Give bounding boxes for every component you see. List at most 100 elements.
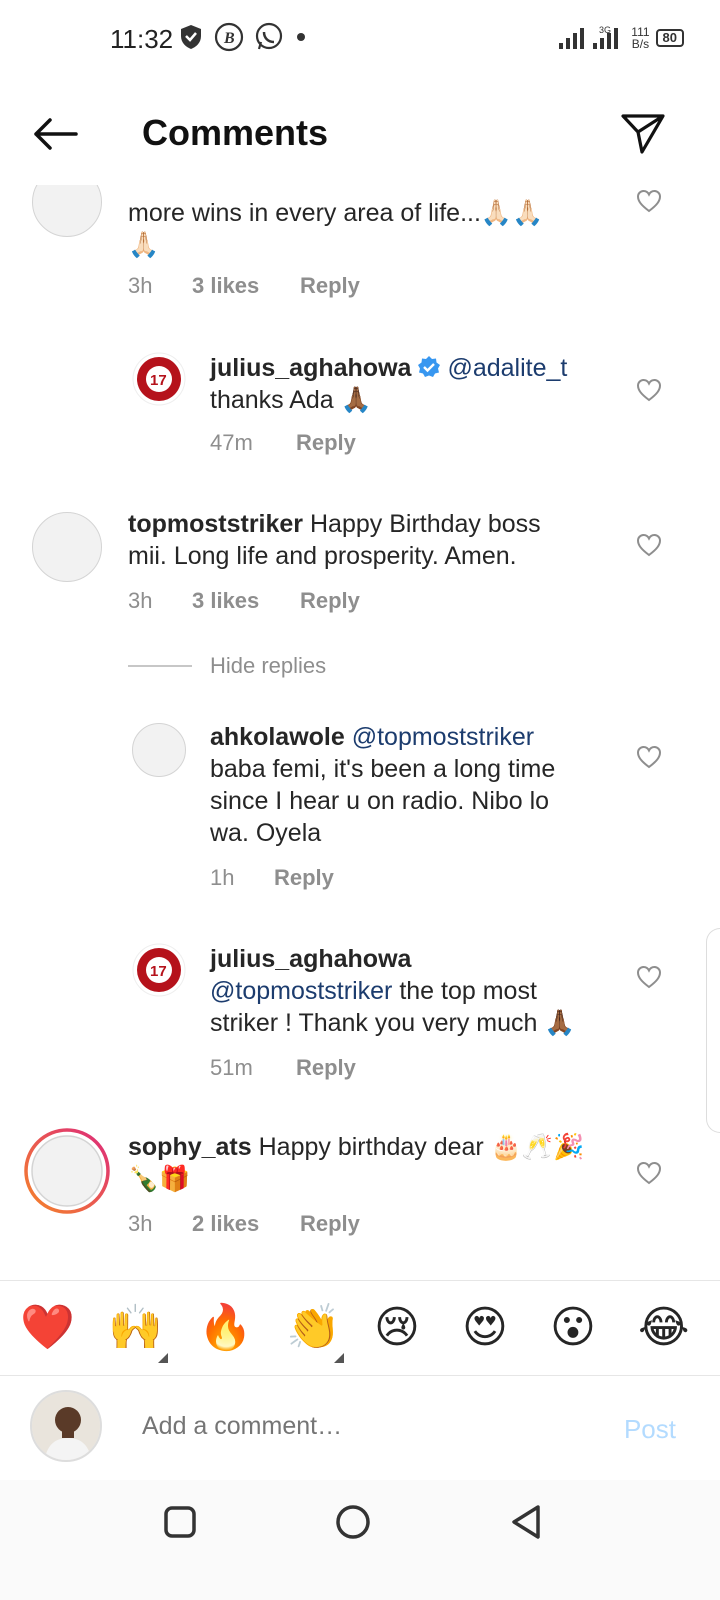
reply-button[interactable]: Reply [300, 273, 360, 299]
post-button[interactable]: Post [624, 1414, 676, 1445]
shield-icon [181, 25, 201, 49]
current-user-avatar [30, 1390, 102, 1462]
recent-apps-icon[interactable] [160, 1502, 200, 1542]
emoji-quick-bar: ❤️ 🙌 🔥 👏 😢 😍 😮 😂 [0, 1280, 720, 1376]
reply-button[interactable]: Reply [274, 865, 334, 891]
comment-text-line: 🙏🏻 [128, 231, 160, 259]
reply-text: ahkolawole @topmoststriker baba femi, it… [210, 721, 630, 849]
signal-icon [559, 28, 585, 49]
like-heart-icon[interactable] [636, 189, 662, 213]
status-time: 11:32 [110, 24, 174, 54]
skin-tone-indicator-icon [334, 1353, 344, 1363]
emoji-surprised-button[interactable]: 😮 [550, 1303, 596, 1353]
reply-time: 51m [210, 1055, 253, 1080]
reply-button[interactable]: Reply [296, 430, 356, 456]
reply-item: 17 julius_aghahowa @topmoststriker the t… [0, 943, 720, 1093]
svg-text:B: B [223, 30, 235, 47]
like-heart-icon[interactable] [636, 1161, 662, 1185]
emoji-crying-button[interactable]: 😢 [374, 1303, 420, 1353]
emoji-heart-button[interactable]: ❤️ [20, 1303, 75, 1353]
hide-replies-toggle[interactable]: Hide replies [128, 653, 326, 679]
logo-number: 17 [150, 963, 167, 980]
comment-meta: 3h 3 likes Reply [128, 273, 360, 299]
page-title: Comments [142, 112, 329, 153]
likes-count[interactable]: 2 likes [192, 1211, 300, 1237]
b-circle-icon: B [214, 22, 244, 52]
mention-link[interactable]: @adalite_t [447, 354, 567, 382]
skin-tone-indicator-icon [158, 1353, 168, 1363]
send-icon[interactable] [620, 110, 666, 156]
avatar-logo-icon[interactable]: 17 [132, 352, 186, 406]
dot-icon [297, 33, 305, 41]
emoji-laughing-button[interactable]: 😂 [638, 1303, 689, 1353]
net-speed: 111 B/s [631, 26, 649, 50]
reply-time: 1h [210, 865, 235, 890]
username[interactable]: julius_aghahowa [210, 354, 411, 382]
like-heart-icon[interactable] [636, 745, 662, 769]
side-drawer-handle[interactable] [706, 928, 720, 1133]
likes-count[interactable]: 3 likes [192, 273, 300, 299]
avatar-logo-icon[interactable]: 17 [132, 943, 186, 997]
like-heart-icon[interactable] [636, 378, 662, 402]
signal-3g-icon: 3G [593, 25, 619, 49]
like-heart-icon[interactable] [636, 965, 662, 989]
comment-item: more wins in every area of life...🙏🏻🙏🏻 🙏… [0, 185, 720, 315]
comment-text: topmoststriker Happy Birthday boss mii. … [128, 508, 628, 572]
comment-meta: 3h 2 likes Reply [128, 1211, 360, 1237]
comment-text-line: mii. Long life and prosperity. Amen. [128, 542, 517, 570]
reply-text: julius_aghahowa @topmoststriker the top … [210, 943, 630, 1039]
battery-icon: 80 [655, 29, 684, 47]
reply-button[interactable]: Reply [296, 1055, 356, 1081]
net-speed-unit: B/s [631, 37, 650, 51]
username[interactable]: julius_aghahowa [210, 943, 630, 975]
reply-text-line: thanks Ada 🙏🏾 [210, 386, 372, 414]
username[interactable]: ahkolawole [210, 723, 345, 751]
comment-text-line: Happy Birthday boss [310, 510, 541, 538]
header: Comments [0, 80, 720, 185]
username[interactable]: sophy_ats [128, 1133, 252, 1161]
reply-item: ahkolawole @topmoststriker baba femi, it… [0, 721, 720, 896]
reply-item: 17 julius_aghahowa @adalite_t thanks Ada … [0, 348, 720, 468]
comment-input[interactable] [142, 1412, 582, 1441]
emoji-clap-button[interactable]: 👏 [286, 1303, 341, 1353]
comments-list[interactable]: more wins in every area of life...🙏🏻🙏🏻 🙏… [0, 185, 720, 1279]
comment-time: 3h [128, 588, 153, 613]
reply-text-line: the top most [399, 977, 537, 1005]
mention-link[interactable]: @topmoststriker [352, 723, 534, 751]
reply-button[interactable]: Reply [300, 1211, 360, 1237]
like-heart-icon[interactable] [636, 533, 662, 557]
divider [128, 665, 192, 667]
status-system-icons: 3G 111 B/s 80 [559, 24, 684, 52]
reply-text-line: baba femi, it's been a long time [210, 755, 556, 783]
avatar[interactable] [132, 723, 186, 777]
hide-replies-label[interactable]: Hide replies [210, 653, 326, 679]
comment-composer: Post [0, 1376, 720, 1480]
back-arrow-icon[interactable] [30, 114, 80, 154]
avatar[interactable] [32, 185, 102, 237]
reply-text-line: striker ! Thank you very much 🙏🏾 [210, 1009, 576, 1037]
emoji-heart-eyes-button[interactable]: 😍 [462, 1303, 508, 1353]
reply-text-line: wa. Oyela [210, 819, 322, 847]
whatsapp-icon [255, 22, 283, 50]
status-bar: 11:32 B 3G 111 B/s 80 [0, 0, 720, 80]
avatar[interactable] [32, 512, 102, 582]
comment-time: 3h [128, 1211, 153, 1236]
verified-badge-icon [418, 356, 441, 377]
comment-meta: 3h 3 likes Reply [128, 588, 360, 614]
home-icon[interactable] [333, 1502, 373, 1542]
back-triangle-icon[interactable] [506, 1502, 546, 1542]
comment-item: sophy_ats Happy birthday dear 🎂🥂🎉 🍾🎁 3h … [0, 1127, 720, 1259]
reply-time: 47m [210, 430, 253, 455]
username[interactable]: topmoststriker [128, 510, 303, 538]
comment-text: sophy_ats Happy birthday dear 🎂🥂🎉 🍾🎁 [128, 1131, 628, 1195]
story-ring-avatar[interactable] [23, 1127, 111, 1215]
comment-text-line: more wins in every area of life...🙏🏻🙏🏻 [128, 199, 544, 227]
comment-text-line: Happy birthday dear 🎂🥂🎉 [258, 1133, 585, 1161]
reply-button[interactable]: Reply [300, 588, 360, 614]
logo-number: 17 [150, 372, 167, 389]
emoji-raised-hands-button[interactable]: 🙌 [108, 1303, 163, 1353]
likes-count[interactable]: 3 likes [192, 588, 300, 614]
emoji-fire-button[interactable]: 🔥 [198, 1303, 253, 1353]
mention-link[interactable]: @topmoststriker [210, 977, 392, 1005]
status-notification-icons: B [178, 22, 308, 52]
